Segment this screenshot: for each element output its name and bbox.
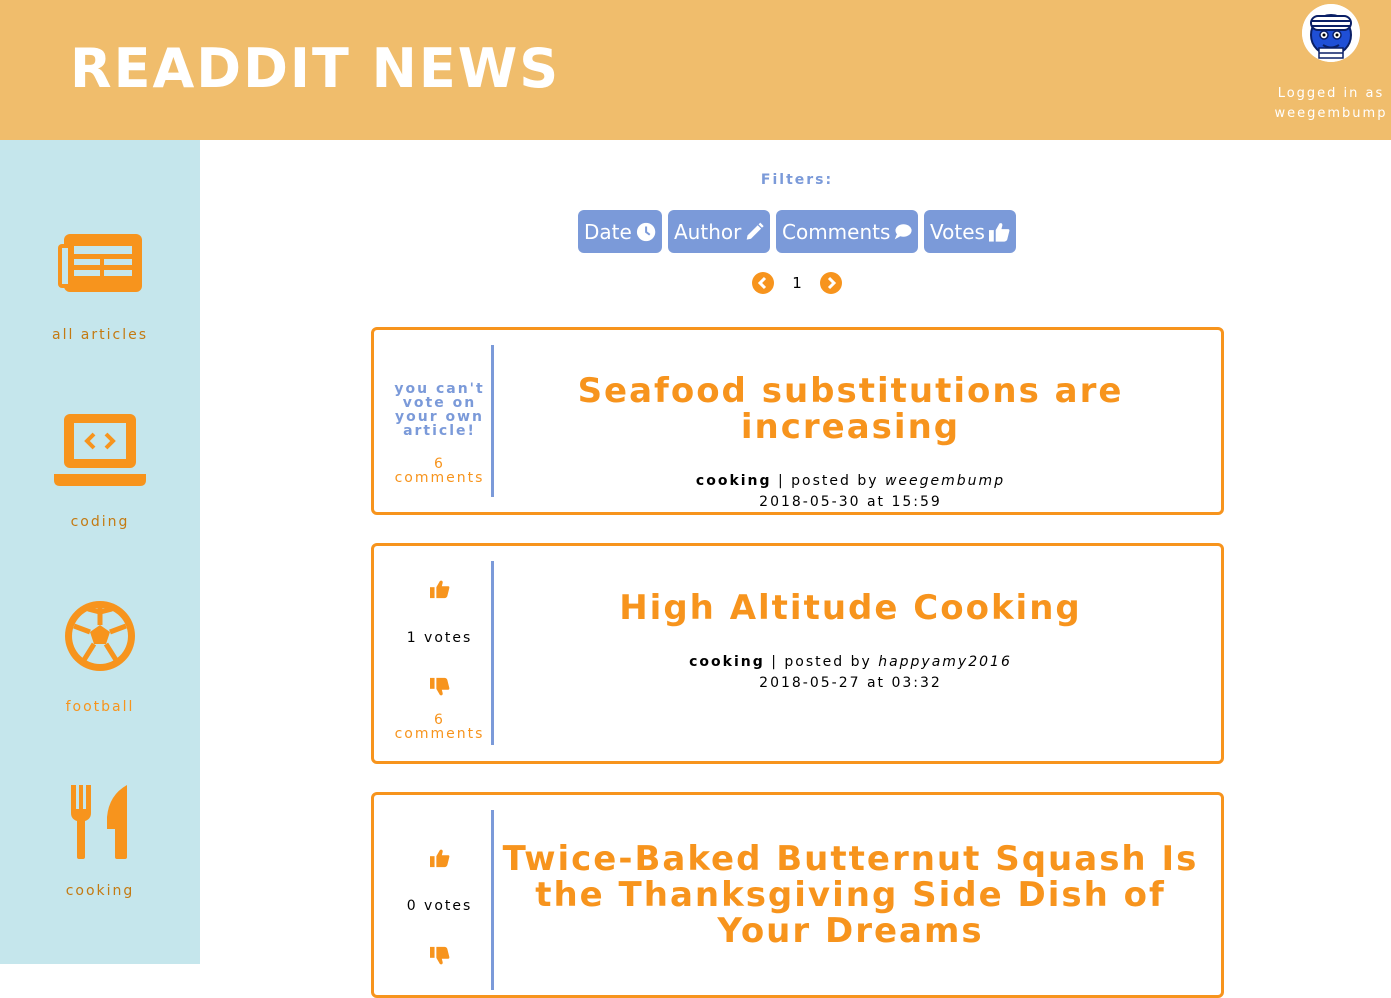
filter-votes-label: Votes — [930, 219, 985, 244]
article-card: you can't vote on your own article! 6 co… — [371, 327, 1224, 515]
soccer-ball-icon — [65, 601, 135, 671]
posted-by-text: | posted by — [778, 473, 879, 489]
article-card: 0 votes Twice-Baked Butternut Squash Is … — [371, 792, 1224, 998]
vote-column: 0 votes — [388, 810, 494, 990]
filter-comments-label: Comments — [782, 219, 891, 244]
article-author[interactable]: happyamy2016 — [878, 654, 1012, 670]
chevron-left-icon[interactable] — [752, 272, 774, 294]
article-topic[interactable]: cooking — [696, 473, 772, 489]
sidebar: all articles coding football cooking — [0, 140, 200, 964]
filter-votes-button[interactable]: Votes — [924, 210, 1016, 253]
laptop-code-icon — [54, 414, 146, 486]
pagination: 1 — [752, 272, 842, 294]
filter-date-button[interactable]: Date — [578, 210, 662, 253]
article-card: 1 votes 6 comments High Altitude Cooking… — [371, 543, 1224, 764]
sidebar-item-cooking[interactable]: cooking — [0, 785, 200, 899]
article-body: Seafood substitutions are increasing coo… — [494, 373, 1207, 513]
vote-count: 1 votes — [406, 630, 473, 646]
thumbs-down-icon[interactable] — [430, 677, 450, 697]
article-meta: cooking | posted by weegembump 2018-05-3… — [494, 471, 1207, 513]
login-label: Logged in as — [1277, 86, 1385, 101]
newspaper-icon — [58, 234, 142, 292]
clock-icon — [636, 222, 656, 241]
sidebar-item-label: football — [65, 699, 135, 715]
vote-column: you can't vote on your own article! 6 co… — [388, 345, 494, 497]
sidebar-item-all-articles[interactable]: all articles — [0, 234, 200, 343]
article-topic[interactable]: cooking — [689, 654, 765, 670]
sidebar-item-football[interactable]: football — [0, 600, 200, 715]
article-meta: cooking | posted by happyamy2016 2018-05… — [494, 652, 1207, 694]
article-body: High Altitude Cooking cooking | posted b… — [494, 590, 1207, 694]
article-date: 2018-05-27 at 03:32 — [759, 675, 942, 691]
user-avatar-icon[interactable] — [1302, 4, 1360, 62]
site-title[interactable]: READDIT NEWS — [70, 36, 560, 102]
vote-count: 0 votes — [406, 898, 473, 914]
speech-bubble-icon — [895, 223, 912, 239]
pencil-icon — [747, 222, 764, 240]
login-username: weegembump — [1274, 106, 1388, 121]
page-number: 1 — [792, 274, 802, 292]
own-article-notice: you can't vote on your own article! — [394, 381, 485, 439]
thumbs-down-icon[interactable] — [430, 946, 450, 966]
comments-count-link[interactable]: 6 comments — [388, 713, 491, 741]
filters-label: Filters: — [760, 172, 834, 188]
thumbs-up-icon — [988, 222, 1010, 242]
sidebar-item-label: cooking — [65, 883, 135, 899]
filter-comments-button[interactable]: Comments — [776, 210, 918, 253]
filter-bar: Date Author Comments Votes — [578, 210, 1016, 253]
sidebar-item-label: all articles — [51, 327, 149, 343]
utensils-icon — [71, 785, 127, 859]
site-header: READDIT NEWS Logged in as weegembump — [0, 0, 1391, 140]
filter-author-label: Author — [674, 219, 742, 244]
comments-count-link[interactable]: 6 comments — [388, 457, 491, 485]
login-status: Logged in as weegembump — [1271, 84, 1391, 124]
filter-date-label: Date — [584, 219, 632, 244]
article-date: 2018-05-30 at 15:59 — [759, 494, 942, 510]
sidebar-item-label: coding — [70, 514, 130, 530]
user-box: Logged in as weegembump — [1271, 4, 1391, 124]
article-title[interactable]: Twice-Baked Butternut Squash Is the Than… — [494, 841, 1207, 949]
chevron-right-icon[interactable] — [820, 272, 842, 294]
sidebar-item-coding[interactable]: coding — [0, 412, 200, 530]
posted-by-text: | posted by — [771, 654, 872, 670]
article-body: Twice-Baked Butternut Squash Is the Than… — [494, 841, 1207, 949]
article-title[interactable]: Seafood substitutions are increasing — [494, 373, 1207, 445]
filter-author-button[interactable]: Author — [668, 210, 770, 253]
thumbs-up-icon[interactable] — [430, 579, 450, 599]
thumbs-up-icon[interactable] — [430, 848, 450, 868]
vote-column: 1 votes 6 comments — [388, 561, 494, 745]
article-author[interactable]: weegembump — [885, 473, 1005, 489]
article-title[interactable]: High Altitude Cooking — [494, 590, 1207, 626]
